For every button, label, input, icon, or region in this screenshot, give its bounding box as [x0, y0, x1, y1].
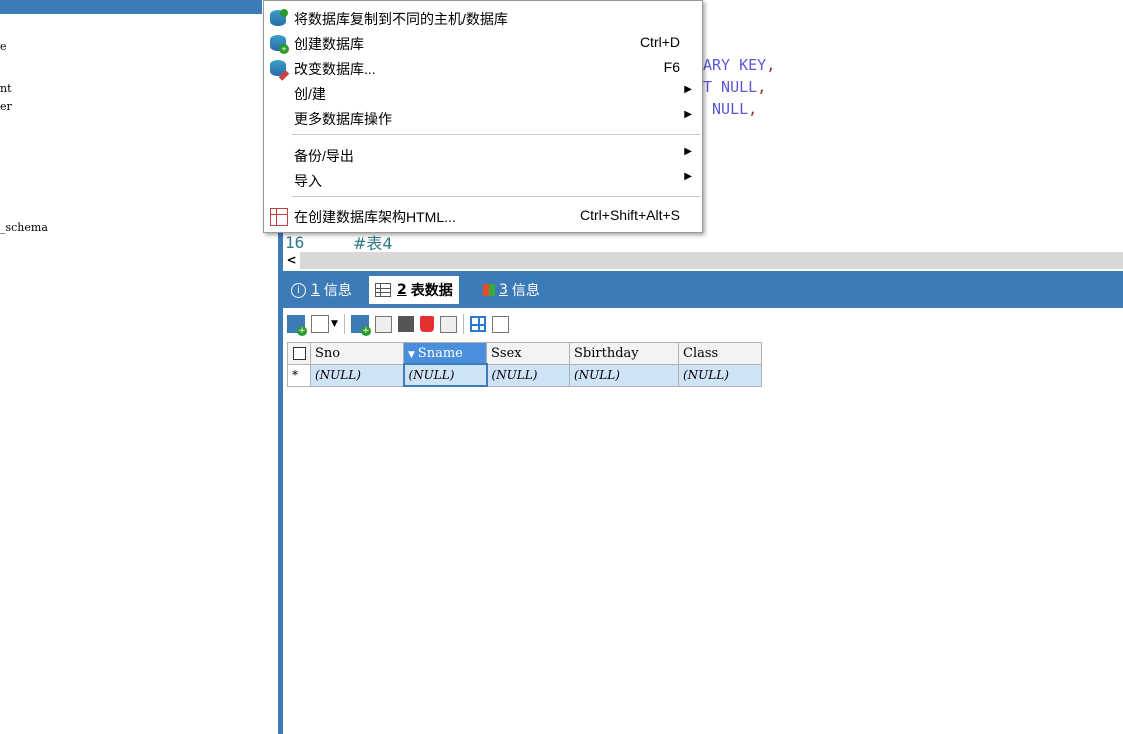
save-icon[interactable]: [397, 316, 414, 332]
table-cell[interactable]: (NULL): [678, 363, 762, 387]
database-alter-icon: [270, 60, 286, 76]
table-info-icon: [483, 284, 495, 296]
menu-item-import[interactable]: 导入 ▶: [264, 168, 702, 191]
selected-tree-row[interactable]: [0, 0, 262, 14]
menu-item-more-database-ops[interactable]: 更多数据库操作 ▶: [264, 106, 702, 129]
chevron-down-icon[interactable]: ▼: [331, 319, 338, 329]
horizontal-scrollbar[interactable]: <: [283, 252, 1123, 269]
data-grid: Sno ▼ Sname Ssex Sbirthday Class * (NULL…: [287, 342, 762, 387]
insert-row-icon[interactable]: [350, 315, 371, 336]
submenu-arrow-icon: ▶: [684, 84, 692, 95]
database-copy-icon: [270, 9, 288, 26]
result-tabs: i 1 信息 2 表数据 3 信息: [283, 271, 1123, 308]
menu-separator: [292, 196, 700, 197]
table-row[interactable]: * (NULL) (NULL) (NULL) (NULL) (NULL): [287, 363, 762, 387]
tab-messages-1[interactable]: i 1 信息: [291, 276, 352, 304]
select-all-checkbox[interactable]: [287, 342, 311, 365]
code-line: T NULL,: [703, 78, 767, 96]
menu-item-create[interactable]: 创/建 ▶: [264, 81, 702, 104]
table-cell[interactable]: (NULL): [486, 363, 570, 387]
code-line: ARY KEY,: [703, 56, 776, 74]
toolbar-divider: [343, 314, 345, 334]
table-grid-icon: [375, 283, 391, 297]
menu-item-create-database[interactable]: 创建数据库 Ctrl+D: [264, 31, 702, 54]
result-panel: ▼ Sno ▼ Sname Ssex Sbirthday Class * (NU…: [283, 308, 1123, 734]
row-marker: *: [287, 363, 311, 387]
column-header[interactable]: Class: [678, 342, 762, 365]
line-number: 16: [285, 233, 305, 252]
submenu-arrow-icon: ▶: [684, 171, 692, 182]
submenu-arrow-icon: ▶: [684, 146, 692, 157]
add-row-icon[interactable]: [287, 315, 307, 336]
tree-item[interactable]: er: [0, 100, 12, 113]
submenu-arrow-icon: ▶: [684, 109, 692, 120]
column-header-sorted[interactable]: ▼ Sname: [403, 342, 487, 365]
grid-view-icon[interactable]: [469, 316, 486, 332]
column-header[interactable]: Ssex: [486, 342, 570, 365]
grid-options-icon[interactable]: [311, 315, 329, 333]
menu-item-backup-export[interactable]: 备份/导出 ▶: [264, 143, 702, 166]
menu-item-html-schema[interactable]: 在创建数据库架构HTML... Ctrl+Shift+Alt+S: [264, 204, 702, 227]
table-cell[interactable]: (NULL): [569, 363, 679, 387]
database-create-icon: [270, 35, 289, 54]
delete-icon[interactable]: [419, 316, 434, 332]
menu-separator: [292, 134, 700, 135]
menu-item-copy-database[interactable]: 将数据库复制到不同的主机/数据库: [264, 6, 702, 29]
tab-messages-3[interactable]: 3 信息: [483, 276, 540, 304]
discard-icon[interactable]: [439, 315, 457, 333]
tree-item[interactable]: e: [0, 40, 7, 53]
grid-toolbar: ▼: [287, 312, 509, 336]
menu-item-alter-database[interactable]: 改变数据库... F6: [264, 56, 702, 79]
tree-item[interactable]: nt: [0, 82, 12, 95]
code-line: NULL,: [703, 100, 758, 118]
tab-table-data[interactable]: 2 表数据: [369, 276, 459, 304]
table-cell[interactable]: (NULL): [402, 363, 488, 387]
column-header[interactable]: Sno: [310, 342, 404, 365]
toolbar-divider: [462, 314, 464, 334]
table-cell[interactable]: (NULL): [310, 363, 404, 387]
comment-text: #表4: [353, 234, 393, 253]
context-menu: 将数据库复制到不同的主机/数据库 创建数据库 Ctrl+D 改变数据库... F…: [263, 0, 703, 233]
info-icon: i: [291, 282, 306, 298]
html-schema-icon: [270, 208, 288, 226]
scroll-left-icon[interactable]: <: [283, 252, 300, 269]
duplicate-row-icon[interactable]: [374, 315, 392, 333]
object-browser: e nt er _schema: [0, 0, 278, 734]
column-header[interactable]: Sbirthday: [569, 342, 679, 365]
tree-item[interactable]: _schema: [0, 221, 48, 234]
form-view-icon[interactable]: [491, 315, 509, 333]
